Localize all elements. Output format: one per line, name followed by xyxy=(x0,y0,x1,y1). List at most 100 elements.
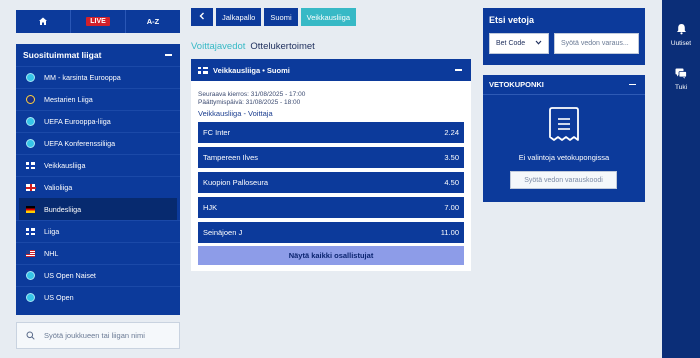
selection-row[interactable]: Kuopion Palloseura 4.50 xyxy=(198,172,464,193)
bet-slip-empty-text: Ei valintoja vetokupongissa xyxy=(518,153,610,162)
league-label: Bundesliiga xyxy=(44,205,82,214)
league-item-mestarien-liiga[interactable]: Mestarien Liiga xyxy=(16,88,180,110)
outright-market-card: Veikkausliiga • Suomi Seuraava kierros: … xyxy=(191,59,471,271)
az-label: A-Z xyxy=(146,17,160,26)
rail-support-label: Tuki xyxy=(674,84,688,91)
flag-germany-icon xyxy=(26,205,35,214)
popular-leagues-title: Suosituimmat liigat xyxy=(23,50,102,60)
league-label: MM - karsinta Eurooppa xyxy=(44,73,121,82)
selection-name: HJK xyxy=(203,203,218,212)
team-league-search-input[interactable]: Syötä joukkueen tai liigan nimi xyxy=(16,322,180,349)
home-button[interactable] xyxy=(16,10,70,33)
market-header[interactable]: Veikkausliiga • Suomi xyxy=(191,59,471,81)
live-button[interactable]: LIVE xyxy=(70,10,125,33)
selection-odds: 7.00 xyxy=(444,203,459,212)
league-item-mm-karsinta[interactable]: MM - karsinta Eurooppa xyxy=(16,66,180,88)
market-title: Veikkausliiga - Voittaja xyxy=(198,108,273,118)
flag-finland-icon xyxy=(198,66,208,74)
flag-finland-icon xyxy=(26,227,36,236)
flag-finland-icon xyxy=(26,161,36,170)
league-item-konferenssiliiga[interactable]: UEFA Konferenssiliiga xyxy=(16,132,180,154)
selection-name: Kuopion Palloseura xyxy=(203,178,269,187)
market-tabs: Voittajavedot Ottelukertoimet xyxy=(191,41,315,52)
selection-row[interactable]: Tampereen Ilves 3.50 xyxy=(198,147,464,168)
collapse-icon[interactable] xyxy=(629,83,636,86)
bet-code-input[interactable]: Syötä vedon varaus... xyxy=(554,33,639,54)
next-round-text: Seuraava kierros: 31/08/2025 - 17:00 xyxy=(198,91,306,98)
league-label: Veikkausliiga xyxy=(44,161,86,170)
chevron-down-icon xyxy=(535,40,542,47)
search-placeholder: Syötä joukkueen tai liigan nimi xyxy=(44,331,145,340)
right-rail: Uutiset Tuki xyxy=(662,0,700,358)
breadcrumb: Jalkapallo Suomi Veikkausliiga xyxy=(191,8,356,26)
league-item-liiga[interactable]: Liiga xyxy=(16,220,180,242)
market-header-title: Veikkausliiga • Suomi xyxy=(213,65,290,75)
globe-icon xyxy=(26,117,35,126)
rail-item-support[interactable]: Tuki xyxy=(662,68,700,91)
bet-code-placeholder: Syötä vedon varaus... xyxy=(561,40,629,47)
receipt-icon xyxy=(547,107,581,147)
breadcrumb-item-suomi[interactable]: Suomi xyxy=(264,8,298,26)
rail-news-label: Uutiset xyxy=(670,40,692,47)
selection-list: FC Inter 2.24 Tampereen Ilves 3.50 Kuopi… xyxy=(198,122,464,247)
league-label: UEFA Konferenssiliiga xyxy=(44,139,116,148)
bell-icon xyxy=(676,23,687,37)
eu-stars-icon xyxy=(26,95,35,104)
popular-leagues-header[interactable]: Suosituimmat liigat xyxy=(16,44,180,66)
home-icon xyxy=(38,16,48,28)
breadcrumb-item-veikkausliiga[interactable]: Veikkausliiga xyxy=(300,8,356,26)
flag-usa-icon xyxy=(26,249,35,258)
bet-slip-code-placeholder: Syötä vedon varauskoodi xyxy=(524,176,603,184)
bet-slip-code-input[interactable]: Syötä vedon varauskoodi xyxy=(510,171,617,189)
globe-icon xyxy=(26,293,35,302)
selection-row[interactable]: Seinäjoen J 11.00 xyxy=(198,222,464,243)
collapse-icon[interactable] xyxy=(165,54,172,56)
search-icon xyxy=(26,331,35,340)
bet-code-select-value: Bet Code xyxy=(496,40,526,47)
league-label: US Open Naiset xyxy=(44,271,96,280)
league-item-us-open-naiset[interactable]: US Open Naiset xyxy=(16,264,180,286)
bet-slip-header[interactable]: VETOKUPONKI xyxy=(483,75,645,95)
market-meta: Seuraava kierros: 31/08/2025 - 17:00 Pää… xyxy=(198,91,471,107)
globe-icon xyxy=(26,139,35,148)
tab-ottelukertoimet[interactable]: Ottelukertoimet xyxy=(250,41,314,52)
find-bets-row: Bet Code Syötä vedon varaus... xyxy=(489,33,639,54)
bet-code-select[interactable]: Bet Code xyxy=(489,33,549,54)
selection-row[interactable]: HJK 7.00 xyxy=(198,197,464,218)
show-all-participants-button[interactable]: Näytä kaikki osallistujat xyxy=(198,246,464,265)
find-bets-title: Etsi vetoja xyxy=(489,15,535,25)
rail-item-news[interactable]: Uutiset xyxy=(662,23,700,47)
flag-england-icon xyxy=(26,183,36,192)
collapse-icon[interactable] xyxy=(455,69,462,71)
selection-row[interactable]: FC Inter 2.24 xyxy=(198,122,464,143)
top-nav: LIVE A-Z xyxy=(16,10,180,33)
league-label: NHL xyxy=(44,249,59,258)
az-button[interactable]: A-Z xyxy=(125,10,180,33)
league-item-us-open[interactable]: US Open xyxy=(16,286,180,308)
league-label: Mestarien Liiga xyxy=(44,95,93,104)
league-item-valioliiga[interactable]: Valioliiga xyxy=(16,176,180,198)
chevron-left-icon xyxy=(199,12,205,22)
league-item-bundesliiga[interactable]: Bundesliiga xyxy=(19,198,177,220)
league-label: Valioliiga xyxy=(44,183,73,192)
find-bets-panel: Etsi vetoja Bet Code Syötä vedon varaus.… xyxy=(483,8,645,65)
league-item-veikkausliiga[interactable]: Veikkausliiga xyxy=(16,154,180,176)
selection-name: Tampereen Ilves xyxy=(203,153,259,162)
selection-name: Seinäjoen J xyxy=(203,228,243,237)
selection-name: FC Inter xyxy=(203,128,231,137)
chat-icon xyxy=(675,68,687,81)
bet-slip-title: VETOKUPONKI xyxy=(489,80,544,89)
end-date-text: Päättymispäivä: 31/08/2025 - 18:00 xyxy=(198,98,301,106)
globe-icon xyxy=(26,73,35,82)
selection-odds: 11.00 xyxy=(440,228,459,237)
popular-leagues-panel: Suosituimmat liigat MM - karsinta Euroop… xyxy=(16,44,180,315)
league-item-nhl[interactable]: NHL xyxy=(16,242,180,264)
league-item-eurooppa-liiga[interactable]: UEFA Eurooppa-liiga xyxy=(16,110,180,132)
globe-icon xyxy=(26,271,35,280)
live-badge: LIVE xyxy=(86,17,110,26)
tab-voittajavedot[interactable]: Voittajavedot xyxy=(191,41,245,52)
league-label: UEFA Eurooppa-liiga xyxy=(44,117,111,126)
selection-odds: 4.50 xyxy=(444,178,459,187)
back-button[interactable] xyxy=(191,8,213,26)
breadcrumb-item-jalkapallo[interactable]: Jalkapallo xyxy=(216,8,262,26)
